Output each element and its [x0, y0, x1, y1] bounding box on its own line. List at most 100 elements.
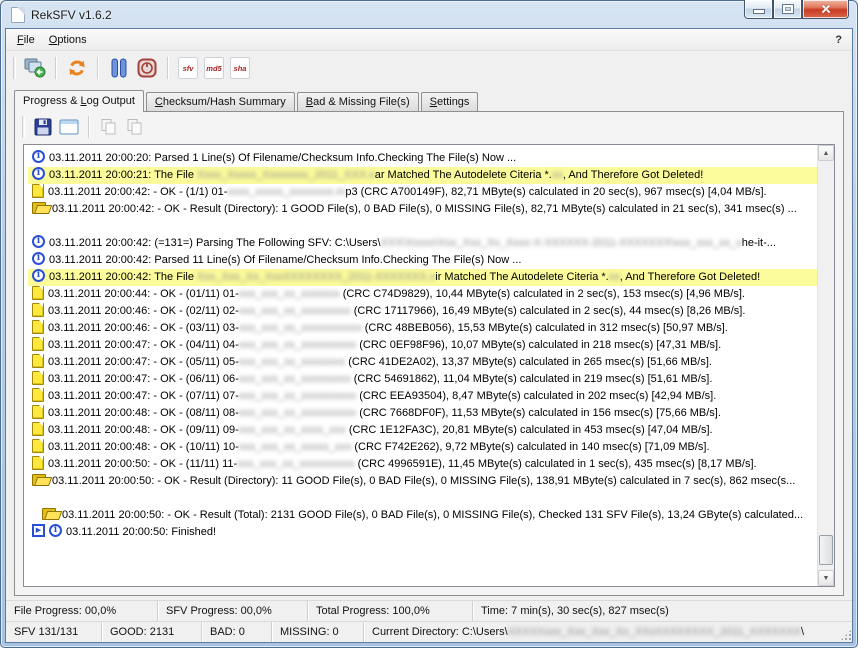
- log-line[interactable]: 03.11.2011 20:00:47: - OK - (04/11) 04-x…: [28, 337, 817, 354]
- log-blank-line: [28, 490, 817, 507]
- title-bar[interactable]: RekSFV v1.6.2: [1, 1, 857, 28]
- client-area: FileOptions?: [5, 28, 853, 643]
- log-line[interactable]: 03.11.2011 20:00:42: (=131=) Parsing The…: [28, 235, 817, 252]
- status-panel: SFV Progress: 00,0%: [158, 601, 308, 621]
- toolbar-separator: [55, 57, 57, 79]
- copy-icon: [100, 118, 118, 136]
- log-line[interactable]: 03.11.2011 20:00:48: - OK - (10/11) 10-x…: [28, 439, 817, 456]
- scan-files-button[interactable]: [21, 55, 49, 81]
- file-icon: [32, 388, 44, 401]
- summary-status-bar: SFV 131/131GOOD: 2131BAD: 0MISSING: 0Cur…: [6, 621, 852, 642]
- folder-icon: [32, 202, 48, 214]
- sha-format-button[interactable]: sha: [230, 57, 250, 79]
- scan-files-icon: [24, 58, 46, 78]
- log-line[interactable]: 03.11.2011 20:00:47: - OK - (06/11) 06-x…: [28, 371, 817, 388]
- refresh-icon: [67, 58, 87, 78]
- redacted-text: xxx_xxx_xx_xxxxxxx: [239, 288, 340, 300]
- info-icon: [32, 269, 45, 282]
- window-icon: [59, 119, 79, 135]
- copy-selected-button[interactable]: [96, 115, 122, 139]
- info-icon: [32, 167, 45, 180]
- minimize-button[interactable]: [744, 0, 773, 19]
- log-line[interactable]: 03.11.2011 20:00:48: - OK - (08/11) 08-x…: [28, 405, 817, 422]
- info-icon: [32, 150, 45, 163]
- log-line[interactable]: 03.11.2011 20:00:42: - OK - Result (Dire…: [28, 201, 817, 218]
- copy-all-button[interactable]: [122, 115, 148, 139]
- redacted-text: XXXXXxxx_Xxx_Xxx_Xx_XXxXXXXXXXX_2011_XXX…: [508, 626, 801, 638]
- info-icon: [32, 252, 45, 265]
- md5-format-button[interactable]: md5: [204, 57, 224, 79]
- file-icon: [32, 405, 44, 418]
- main-toolbar: sfv md5 sha: [6, 51, 852, 85]
- log-line[interactable]: 03.11.2011 20:00:46: - OK - (02/11) 02-x…: [28, 303, 817, 320]
- scroll-down-arrow[interactable]: ▼: [818, 570, 834, 586]
- toolbar-gripper: [13, 57, 16, 79]
- refresh-button[interactable]: [63, 55, 91, 81]
- menu-item-options[interactable]: Options: [42, 32, 94, 48]
- help-button[interactable]: ?: [835, 34, 842, 46]
- log-output-panel: 03.11.2011 20:00:20: Parsed 1 Line(s) Of…: [23, 144, 835, 587]
- redacted-text: xxxx_xxxxx_xxxxxxxx.m: [227, 186, 345, 198]
- file-icon: [32, 456, 44, 469]
- log-line[interactable]: 03.11.2011 20:00:50: - OK - Result (Tota…: [28, 507, 817, 524]
- log-line[interactable]: 03.11.2011 20:00:46: - OK - (03/11) 03-x…: [28, 320, 817, 337]
- close-icon: [820, 3, 832, 15]
- scroll-up-arrow[interactable]: ▲: [818, 145, 834, 161]
- maximize-button[interactable]: [773, 0, 802, 19]
- menu-item-file[interactable]: File: [10, 32, 42, 48]
- status-panel: GOOD: 2131: [102, 622, 202, 642]
- log-line[interactable]: 03.11.2011 20:00:47: - OK - (07/11) 07-x…: [28, 388, 817, 405]
- status-panel: MISSING: 0: [272, 622, 364, 642]
- maximize-icon: [783, 5, 793, 13]
- redacted-text: XXX\Xxxxx\Xxx_Xxx_Xx_Xxxx-X-XXXXXX-2011-…: [381, 237, 742, 249]
- copy-icon: [126, 118, 144, 136]
- log-line[interactable]: 03.11.2011 20:00:50: - OK - (11/11) 11-x…: [28, 456, 817, 473]
- tab-bad-missing-file-s-[interactable]: Bad & Missing File(s): [297, 92, 419, 111]
- tab-strip: Progress & Log OutputChecksum/Hash Summa…: [6, 85, 852, 111]
- log-line[interactable]: 03.11.2011 20:00:20: Parsed 1 Line(s) Of…: [28, 150, 817, 167]
- file-icon: [32, 337, 44, 350]
- stop-button[interactable]: [133, 55, 161, 81]
- file-icon: [32, 371, 44, 384]
- menu-bar: FileOptions?: [6, 29, 852, 51]
- redacted-text: xxx_xxx_xx_xxxxxxxxxx: [237, 458, 354, 470]
- log-line[interactable]: 03.11.2011 20:00:48: - OK - (09/11) 09-x…: [28, 422, 817, 439]
- redacted-text: xxx_xxx_xx_xxxxxxxx: [239, 356, 345, 368]
- redacted-text: xxx_xxx_xx_xxxxxxxxxx: [239, 407, 356, 419]
- log-line[interactable]: 03.11.2011 20:00:21: The File Xxxx_Xxxxx…: [28, 167, 817, 184]
- tab-progress-log-output[interactable]: Progress & Log Output: [14, 90, 144, 112]
- scrollbar-thumb[interactable]: [819, 535, 833, 565]
- sfv-format-button[interactable]: sfv: [178, 57, 198, 79]
- log-scrollbar[interactable]: ▲ ▼: [817, 145, 834, 586]
- log-line[interactable]: 03.11.2011 20:00:44: - OK - (01/11) 01-x…: [28, 286, 817, 303]
- toolbar-separator: [167, 57, 169, 79]
- redacted-text: Xxx_Xxx_Xx_XxxXXXXXXXX_2011-XXXXXXX.x: [197, 271, 435, 283]
- log-line[interactable]: 03.11.2011 20:00:42: The File Xxx_Xxx_Xx…: [28, 269, 817, 286]
- stop-icon: [137, 58, 157, 78]
- tab-settings[interactable]: Settings: [421, 92, 479, 111]
- log-line[interactable]: 03.11.2011 20:00:50: - OK - Result (Dire…: [28, 473, 817, 490]
- close-button[interactable]: [802, 0, 849, 19]
- redacted-text: xxx_xxx_xx_xxxxxxxxxx: [239, 339, 356, 351]
- redacted-text: xxx_xxx_xx_xxxxxxxxxx: [239, 390, 356, 402]
- toolbar-separator: [88, 116, 90, 138]
- info-icon: [32, 235, 45, 248]
- log-line[interactable]: 03.11.2011 20:00:47: - OK - (05/11) 05-x…: [28, 354, 817, 371]
- log-line[interactable]: 03.11.2011 20:00:42: - OK - (1/1) 01-xxx…: [28, 184, 817, 201]
- file-icon: [32, 320, 44, 333]
- log-line[interactable]: 03.11.2011 20:00:50: Finished!: [28, 524, 817, 541]
- file-icon: [32, 354, 44, 367]
- log-line[interactable]: 03.11.2011 20:00:42: Parsed 11 Line(s) O…: [28, 252, 817, 269]
- status-panel: Total Progress: 100,0%: [308, 601, 473, 621]
- pause-icon: [110, 58, 128, 78]
- folder-icon: [42, 508, 58, 520]
- tab-checksum-hash-summary[interactable]: Checksum/Hash Summary: [146, 92, 295, 111]
- pause-button[interactable]: [105, 55, 133, 81]
- log-blank-line: [28, 218, 817, 235]
- save-log-button[interactable]: [30, 115, 56, 139]
- status-panel: File Progress: 00,0%: [6, 601, 158, 621]
- toolbar-separator: [97, 57, 99, 79]
- clear-log-button[interactable]: [56, 115, 82, 139]
- log-output-list: 03.11.2011 20:00:20: Parsed 1 Line(s) Of…: [24, 145, 817, 586]
- file-icon: [32, 303, 44, 316]
